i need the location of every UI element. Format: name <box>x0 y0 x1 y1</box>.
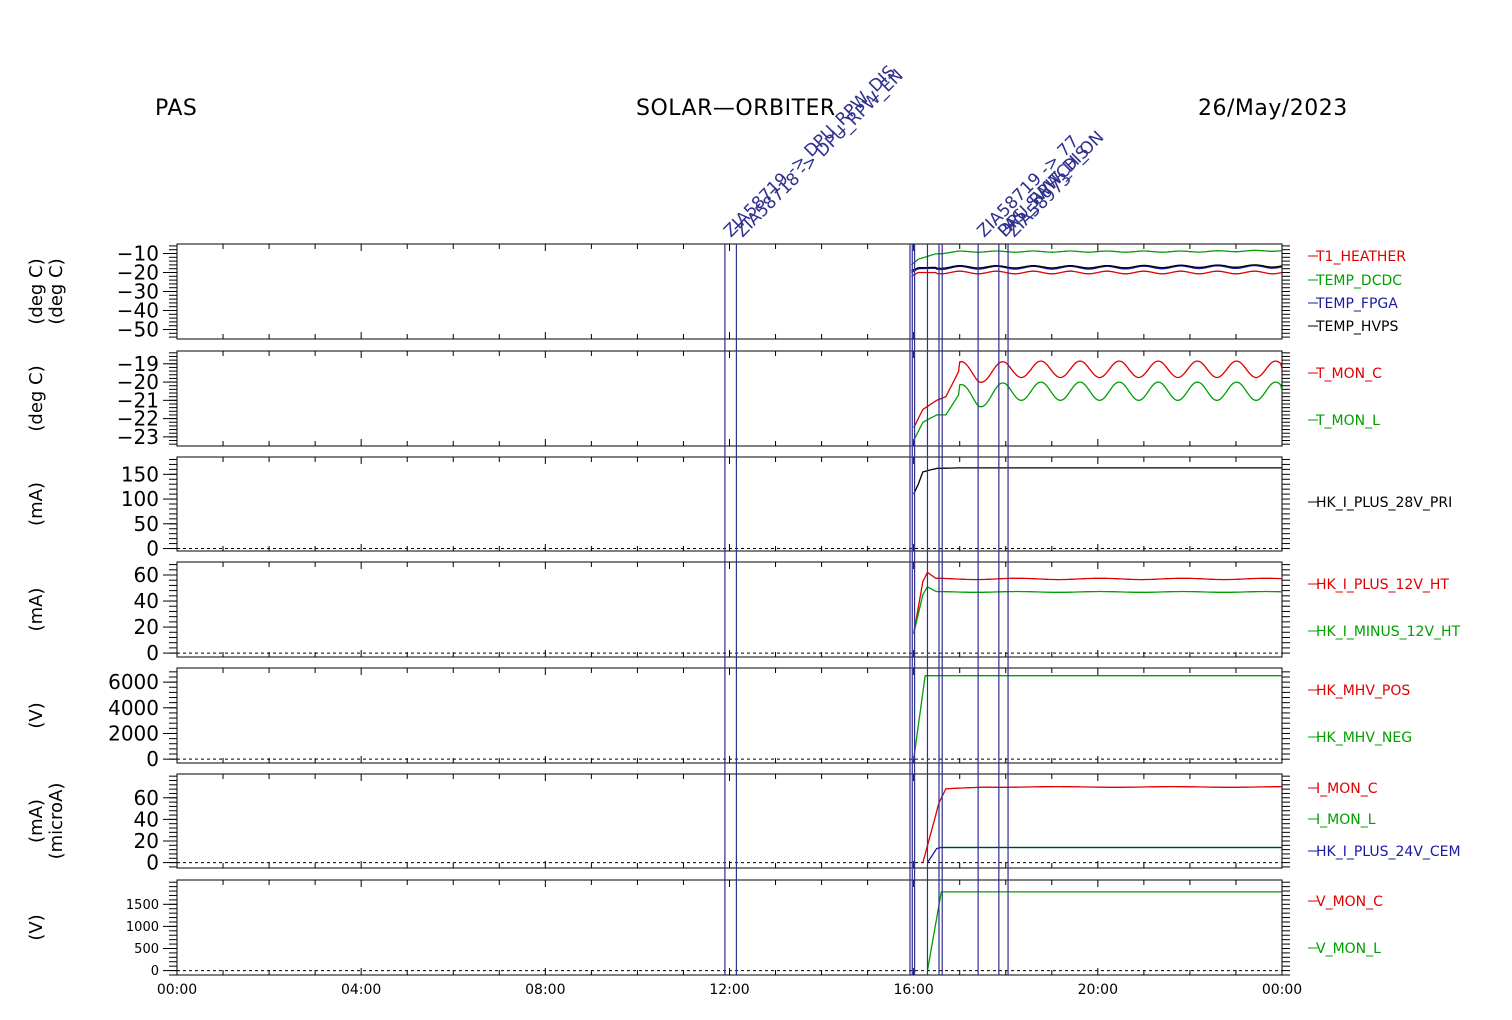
x-tick-label: 00:00 <box>157 982 197 998</box>
panel-frame-imon <box>176 773 1283 869</box>
y-tick-label: 20 <box>134 615 159 639</box>
x-tick-label: 20:00 <box>1078 982 1118 998</box>
panel-frame-i28 <box>176 456 1283 552</box>
legend-label: T_MON_L <box>1315 413 1380 429</box>
series-line-hk_i_plus_24v_cem <box>926 846 1282 863</box>
y-tick-label: 500 <box>134 942 159 957</box>
y-axis-label: (microA) <box>46 783 67 860</box>
y-tick-label: 2000 <box>108 721 159 745</box>
x-tick-label: 04:00 <box>341 982 381 998</box>
series-line-t_mon_l <box>913 381 1283 441</box>
y-axis-label: (V) <box>26 702 47 728</box>
y-tick-label: 60 <box>134 563 159 587</box>
y-tick-label: 6000 <box>108 670 159 694</box>
legend-label: I_MON_C <box>1316 781 1378 797</box>
y-tick-label: 100 <box>121 487 159 511</box>
legend-label: TEMP_FPGA <box>1315 296 1398 312</box>
panel-frame-tmon <box>176 350 1283 447</box>
housekeeping-chart: −10−20−30−40−50(deg C) (deg C)T1_HEATHERT… <box>26 62 1461 998</box>
legend-label: HK_MHV_POS <box>1316 683 1410 699</box>
legend-label: V_MON_L <box>1316 941 1381 957</box>
legend-label: HK_I_PLUS_24V_CEM <box>1316 844 1461 860</box>
y-tick-label: 150 <box>121 462 159 486</box>
x-tick-label: 16:00 <box>893 982 933 998</box>
y-tick-label: 1000 <box>126 920 159 935</box>
legend-label: HK_I_PLUS_12V_HT <box>1316 577 1449 593</box>
series-line-i_mon_c <box>922 785 1283 863</box>
y-tick-label: 0 <box>146 641 159 665</box>
y-tick-label: 40 <box>134 807 159 831</box>
x-tick-label: 08:00 <box>525 982 565 998</box>
y-axis-label: (V) <box>26 914 47 940</box>
y-tick-label: 0 <box>146 537 159 561</box>
y-tick-label: 20 <box>134 829 159 853</box>
x-tick-label: 00:00 <box>1262 982 1302 998</box>
legend-label: HK_I_PLUS_28V_PRI <box>1316 495 1452 511</box>
panel-frame-vmon <box>176 879 1283 976</box>
event-label: ZIA58718 -> DPU_RPW_EN <box>732 66 908 242</box>
y-tick-label: −50 <box>117 318 159 342</box>
series-line-v_mon_l <box>926 891 1282 971</box>
y-tick-label: 50 <box>134 512 159 536</box>
y-axis-label: (deg C) <box>46 258 67 324</box>
series-line-hk_mhv_neg <box>913 675 1282 760</box>
y-axis-label: (deg C) <box>26 365 47 431</box>
series-line-hk_i_plus_12v_ht <box>913 571 1283 634</box>
panel-frame-mhv <box>176 667 1283 764</box>
legend-label: HK_I_MINUS_12V_HT <box>1316 624 1461 640</box>
y-axis-label: (deg C) <box>26 258 47 324</box>
series-line-temp_dcdc <box>910 249 1283 266</box>
y-axis-label: (mA) <box>26 482 47 526</box>
y-tick-label: 60 <box>134 786 159 810</box>
panel-frame-temps <box>176 243 1283 340</box>
x-tick-label: 12:00 <box>709 982 749 998</box>
y-tick-label: 0 <box>146 747 159 771</box>
y-tick-label: 0 <box>151 964 159 979</box>
y-tick-label: −23 <box>117 425 159 449</box>
legend-label: TEMP_DCDC <box>1315 273 1402 289</box>
y-axis-label: (mA) <box>26 799 47 843</box>
y-tick-label: 40 <box>134 589 159 613</box>
legend-label: T_MON_C <box>1315 366 1382 382</box>
series-line-hk_i_minus_12v_ht <box>913 585 1283 634</box>
panel-frame-i12 <box>176 561 1283 658</box>
y-tick-label: 0 <box>146 851 159 875</box>
y-tick-label: 1500 <box>126 898 159 913</box>
legend-label: HK_MHV_NEG <box>1316 730 1412 746</box>
series-line-hk_i_plus_28v_pri <box>913 467 1282 495</box>
y-tick-label: 4000 <box>108 696 159 720</box>
series-line-t1_heather <box>911 270 1283 277</box>
legend-label: I_MON_L <box>1316 812 1376 828</box>
y-axis-label: (mA) <box>26 588 47 632</box>
series-line-t_mon_c <box>913 360 1283 428</box>
legend-label: TEMP_HVPS <box>1315 319 1398 335</box>
legend-label: V_MON_C <box>1316 894 1383 910</box>
legend-label: T1_HEATHER <box>1315 249 1406 265</box>
